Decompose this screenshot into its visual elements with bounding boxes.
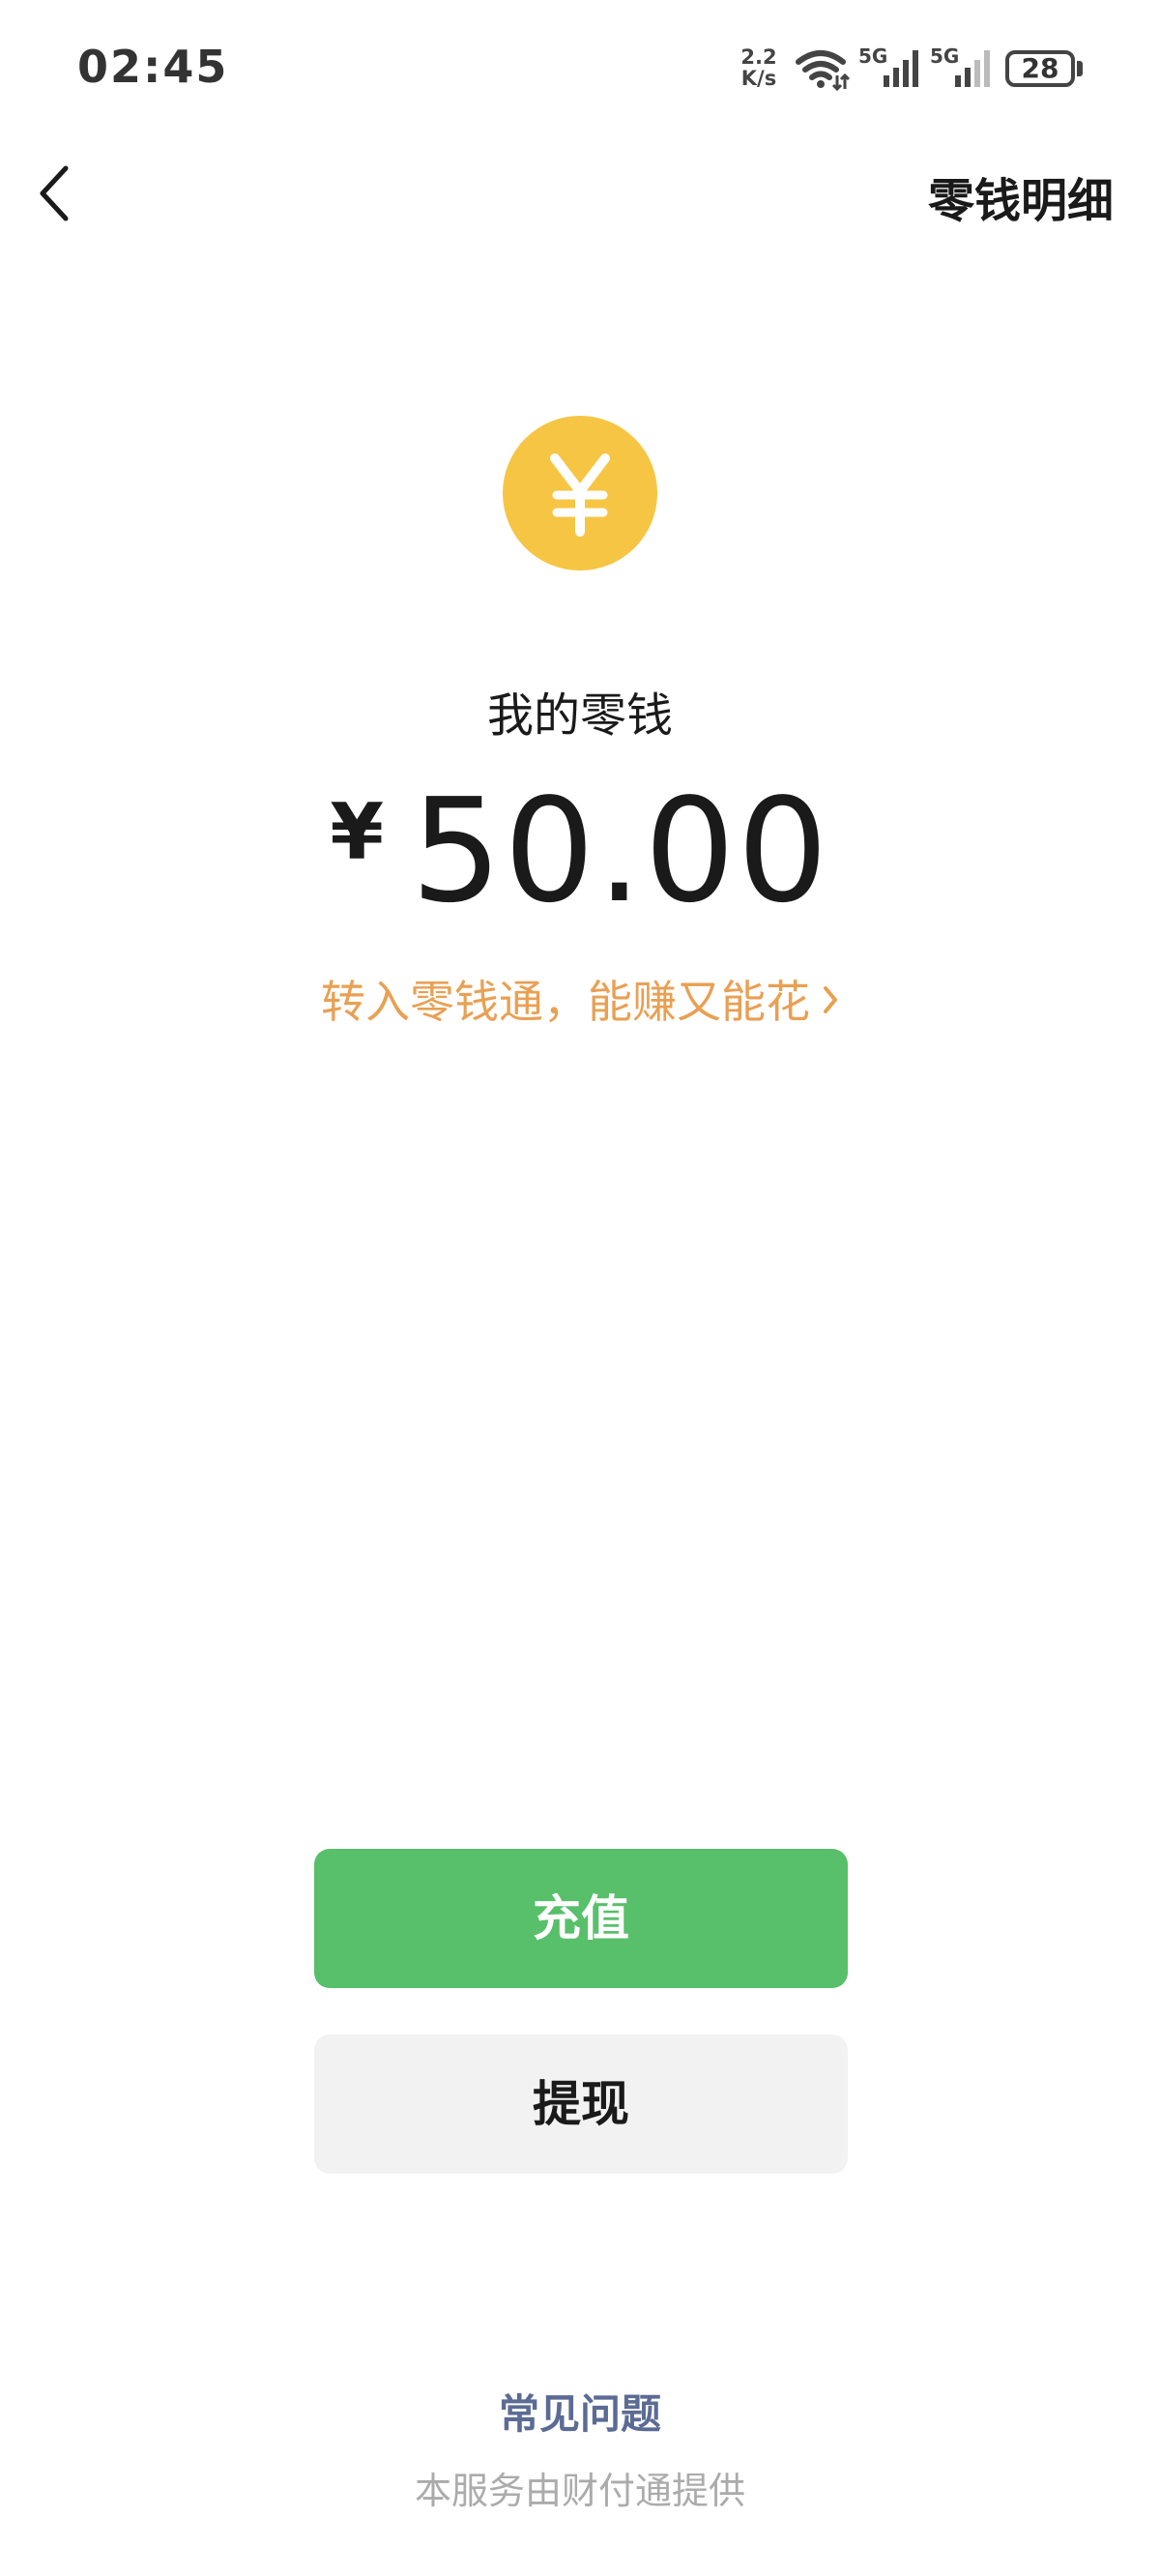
status-bar: 02:45 2.2 K/s 5G 5G 28 (0, 0, 1160, 140)
signal-icon: 5G (858, 44, 926, 93)
network-speed-unit: K/s (740, 67, 777, 90)
transaction-details-link[interactable]: 零钱明细 (928, 162, 1114, 230)
promo-text: 转入零钱通，能赚又能花 (321, 976, 810, 1028)
battery-cap (1077, 61, 1083, 76)
balance-display: ¥50.00 (0, 774, 1160, 928)
battery-level: 28 (1021, 52, 1059, 84)
network-speed-value: 2.2 (740, 45, 777, 69)
wifi-icon (796, 50, 851, 91)
lingqiantong-promo-link[interactable]: 转入零钱通，能赚又能花 (0, 967, 1160, 1031)
yuan-coin-icon (503, 416, 657, 571)
chevron-left-icon (40, 165, 69, 221)
withdraw-button[interactable]: 提现 (314, 2034, 848, 2174)
balance-label: 我的零钱 (486, 688, 673, 743)
faq-link[interactable]: 常见问题 (0, 2382, 1160, 2441)
status-time: 02:45 (77, 41, 229, 93)
chevron-right-icon (822, 976, 839, 1028)
recharge-button[interactable]: 充值 (314, 1849, 848, 1988)
network-speed: 2.2 K/s (735, 46, 783, 89)
balance-amount: 50.00 (410, 768, 830, 934)
signal-icon: 5G (930, 44, 998, 93)
battery-icon: 28 (1005, 50, 1075, 87)
back-button[interactable] (29, 155, 87, 232)
provider-note: 本服务由财付通提供 (414, 2470, 745, 2512)
currency-symbol: ¥ (330, 787, 384, 877)
